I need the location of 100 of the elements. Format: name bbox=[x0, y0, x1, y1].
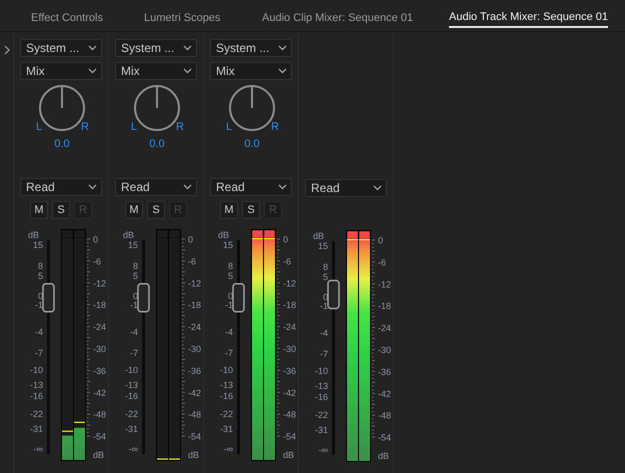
meter-scale-label: -24 bbox=[188, 322, 201, 332]
pan-left-label: L bbox=[130, 121, 137, 133]
fader-scale-label: -16 bbox=[314, 392, 328, 402]
fader-scale-label: -7 bbox=[224, 348, 232, 358]
automation-dropdown[interactable]: Read bbox=[115, 178, 197, 196]
fader-scale-label: -4 bbox=[34, 327, 42, 337]
automation-dropdown[interactable]: Read bbox=[210, 178, 292, 196]
fader-scale-label: -10 bbox=[29, 365, 42, 375]
fader-scale-label: -7 bbox=[34, 348, 42, 358]
meter-scale-label: -54 bbox=[282, 432, 296, 442]
fader-scale-label: 15 bbox=[222, 240, 232, 250]
meter-scale-label: 0 bbox=[282, 234, 288, 244]
meter-scale-label: -12 bbox=[92, 278, 106, 288]
pan-left-label: L bbox=[36, 121, 42, 133]
pan-right-label: R bbox=[176, 121, 184, 133]
fader-scale-label: -7 bbox=[319, 349, 328, 359]
fader-scale-label: -10 bbox=[124, 365, 138, 375]
automation-dropdown[interactable]: Read bbox=[305, 179, 387, 197]
fader-scale-label: -10 bbox=[219, 365, 232, 375]
fader-scale-label: -16 bbox=[219, 391, 232, 401]
fader-scale-label: -∞ bbox=[318, 445, 328, 455]
fader-scale-label: -16 bbox=[124, 391, 138, 401]
fader-unit-label: dB bbox=[218, 230, 229, 240]
fader-scale-label: -13 bbox=[124, 380, 138, 390]
meter-scale-label: -54 bbox=[188, 432, 201, 442]
fader-scale-label: -1 bbox=[129, 300, 138, 310]
track-button[interactable]: M bbox=[30, 201, 48, 219]
meter-scale-label: -42 bbox=[188, 388, 201, 398]
fader-scale-label: -31 bbox=[219, 424, 232, 434]
chevron-icon bbox=[373, 185, 382, 191]
fader-scale-label: 15 bbox=[317, 241, 328, 251]
track-button[interactable]: S bbox=[147, 201, 165, 219]
meter-unit-label: dB bbox=[188, 450, 199, 460]
meter-scale-label: -54 bbox=[92, 432, 106, 442]
fader-scale-label: -10 bbox=[314, 366, 328, 376]
input-dropdown[interactable]: System ... bbox=[115, 39, 197, 57]
fader-scale-label: -22 bbox=[219, 409, 232, 419]
fader-unit-label: dB bbox=[312, 231, 324, 241]
mode-dropdown[interactable]: Mix bbox=[20, 62, 102, 80]
chevron-icon bbox=[278, 68, 287, 74]
pan-right-label: R bbox=[80, 121, 88, 133]
track-button[interactable]: M bbox=[220, 201, 238, 219]
meter-scale-label: -54 bbox=[378, 432, 391, 443]
track-button[interactable]: S bbox=[52, 201, 70, 219]
meter-scale-label: -18 bbox=[282, 300, 296, 310]
meter-scale-label: -36 bbox=[378, 366, 391, 377]
tab[interactable]: Audio Clip Mixer: Sequence 01 bbox=[262, 8, 414, 28]
fader-scale-label: 8 bbox=[132, 261, 138, 271]
fader-scale-label: -13 bbox=[314, 381, 328, 391]
meter-unit-label: dB bbox=[378, 451, 389, 461]
meter-scale-label: 0 bbox=[188, 234, 193, 244]
meter-scale-label: -24 bbox=[92, 322, 106, 332]
pan-right-label: R bbox=[270, 121, 278, 133]
track-button[interactable]: M bbox=[125, 201, 143, 219]
chevron-icon bbox=[278, 45, 287, 51]
pan-value: 0.0 bbox=[54, 138, 70, 150]
fader-scale-label: -22 bbox=[314, 410, 328, 420]
pan-value: 0.0 bbox=[148, 138, 164, 150]
meter-scale-label: -12 bbox=[282, 278, 296, 288]
chevron-icon bbox=[183, 45, 192, 51]
mode-dropdown[interactable]: Mix bbox=[210, 62, 292, 80]
fader-scale-label: 8 bbox=[227, 261, 232, 271]
fader-scale-label: 5 bbox=[227, 271, 232, 281]
meter-scale-label: -30 bbox=[188, 344, 201, 354]
meter-scale-label: -36 bbox=[188, 366, 201, 376]
input-dropdown[interactable]: System ... bbox=[20, 39, 102, 57]
meter-scale-label: 0 bbox=[378, 236, 383, 246]
pan-value: 0.0 bbox=[244, 138, 260, 150]
tab[interactable]: Audio Track Mixer: Sequence 01 bbox=[449, 8, 608, 28]
input-dropdown[interactable]: System ... bbox=[210, 39, 292, 57]
automation-dropdown[interactable]: Read bbox=[20, 178, 102, 196]
meter-scale-label: 0 bbox=[92, 234, 98, 244]
tab[interactable]: Lumetri Scopes bbox=[144, 8, 220, 28]
fader-scale-label: -1 bbox=[319, 301, 328, 311]
chevron-icon bbox=[183, 184, 192, 190]
meter-scale-label: -6 bbox=[188, 256, 196, 266]
meter-scale-label: -30 bbox=[378, 345, 391, 355]
tab[interactable]: Effect Controls bbox=[31, 8, 103, 28]
meter-scale-label: -12 bbox=[188, 278, 201, 288]
pan-left-label: L bbox=[226, 121, 232, 133]
meter-scale-label: -48 bbox=[92, 410, 106, 420]
mode-dropdown[interactable]: Mix bbox=[115, 62, 197, 80]
fader-scale-label: -∞ bbox=[33, 444, 42, 454]
fader-scale-label: 5 bbox=[37, 271, 42, 281]
fader-scale-label: 0 bbox=[322, 292, 328, 302]
fader-scale-label: 8 bbox=[322, 262, 328, 272]
track-button[interactable]: S bbox=[242, 201, 260, 219]
fader-scale-label: 0 bbox=[37, 291, 42, 301]
meter-scale-label: -6 bbox=[282, 256, 291, 266]
chevron-icon bbox=[88, 184, 97, 190]
chevron-icon bbox=[183, 68, 192, 74]
fader-scale-label: -16 bbox=[29, 391, 42, 401]
meter-scale-label: -12 bbox=[378, 279, 391, 290]
expand-icon bbox=[3, 44, 11, 55]
meter-scale-label: -48 bbox=[188, 410, 201, 420]
fader-scale-label: -13 bbox=[219, 380, 232, 390]
fader-scale-label: -4 bbox=[224, 327, 232, 337]
fader-scale-label: -4 bbox=[319, 328, 328, 338]
meter-scale-label: -18 bbox=[92, 300, 106, 310]
chevron-icon bbox=[88, 68, 97, 74]
